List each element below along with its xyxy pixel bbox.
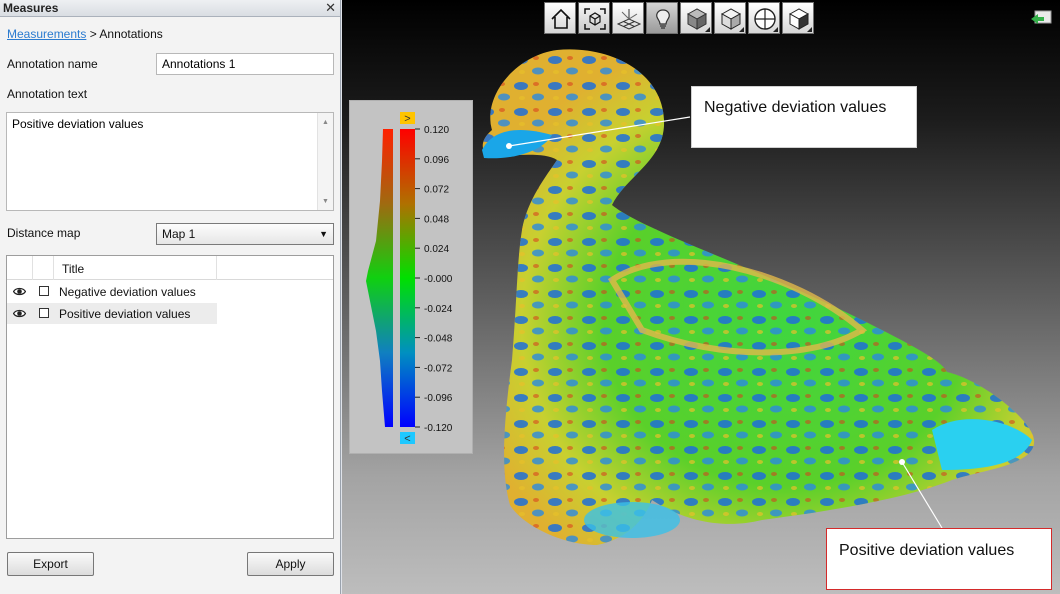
panel-title: Measures xyxy=(3,1,59,15)
legend-tick-label: -0.120 xyxy=(424,423,453,434)
annotation-text-scrollbar[interactable]: ▲ ▼ xyxy=(317,113,333,210)
legend-ticks: 0.120 0.096 0.072 0.048 0.024 -0.000 -0.024 -0.… xyxy=(415,125,453,434)
distance-map-select[interactable]: Map 1 ▼ xyxy=(156,223,334,245)
distance-map-value: Map 1 xyxy=(162,227,196,241)
upper-limit-glyph: > xyxy=(404,113,410,125)
lighting-button[interactable] xyxy=(646,2,678,34)
color-bar xyxy=(400,129,415,427)
annotation-callout-positive[interactable]: Positive deviation values xyxy=(826,528,1052,590)
column-header-title[interactable]: Title xyxy=(62,262,84,276)
lower-limit-glyph: < xyxy=(404,433,410,445)
color-scale-legend: 0.120 0.096 0.072 0.048 0.024 -0.000 -0.024 -0.… xyxy=(349,100,473,454)
app-window: Measures ✕ Measurements > Annotations An… xyxy=(0,0,1060,594)
breadcrumb-current: Annotations xyxy=(99,27,163,41)
panel-header: Measures ✕ xyxy=(0,0,340,17)
legend-tick-label: 0.120 xyxy=(424,125,449,136)
eye-icon[interactable] xyxy=(13,307,26,320)
legend-tick-label: 0.072 xyxy=(424,185,449,196)
row-checkbox[interactable] xyxy=(39,286,49,296)
table-header: Title xyxy=(7,256,333,280)
grid-floor-button[interactable] xyxy=(612,2,644,34)
measures-panel: Measures ✕ Measurements > Annotations An… xyxy=(0,0,341,594)
dropdown-indicator-icon xyxy=(705,27,710,32)
breadcrumb-link-measurements[interactable]: Measurements xyxy=(7,27,86,41)
column-divider xyxy=(32,256,33,280)
annotation-name-input[interactable] xyxy=(156,53,334,75)
eye-icon[interactable] xyxy=(13,285,26,298)
breadcrumb-separator: > xyxy=(86,27,100,41)
dropdown-indicator-icon xyxy=(773,27,778,32)
dropdown-indicator-icon xyxy=(739,27,744,32)
column-divider xyxy=(216,256,217,280)
export-button[interactable]: Export xyxy=(7,552,94,576)
fit-view-button[interactable] xyxy=(578,2,610,34)
annotation-text-input[interactable]: Positive deviation values xyxy=(7,113,318,210)
dropdown-indicator-icon xyxy=(807,27,812,32)
distance-map-label: Distance map xyxy=(7,226,81,240)
legend-tick-label: -0.048 xyxy=(424,334,453,345)
breadcrumb: Measurements > Annotations xyxy=(7,27,163,41)
home-icon xyxy=(551,8,571,29)
annotation-text-label: Annotation text xyxy=(7,87,88,101)
legend-tick-label: -0.072 xyxy=(424,363,453,374)
home-view-button[interactable] xyxy=(544,2,576,34)
light-bulb-icon xyxy=(656,9,670,29)
legend-tick-label: -0.000 xyxy=(424,274,453,285)
legend-tick-label: -0.096 xyxy=(424,393,453,404)
annotation-marker-positive[interactable] xyxy=(899,459,905,465)
solid-view-button[interactable] xyxy=(714,2,746,34)
annotation-marker-negative[interactable] xyxy=(506,143,512,149)
table-row[interactable]: Positive deviation values xyxy=(7,303,217,324)
apply-button[interactable]: Apply xyxy=(247,552,334,576)
shaded-view-button[interactable] xyxy=(680,2,712,34)
scroll-up-icon[interactable]: ▲ xyxy=(322,119,329,126)
close-icon[interactable]: ✕ xyxy=(325,1,336,15)
3d-viewport[interactable]: 0.120 0.096 0.072 0.048 0.024 -0.000 -0.024 -0.… xyxy=(342,0,1060,594)
view-toolbar xyxy=(544,2,814,34)
grid-floor-icon xyxy=(616,9,642,30)
panel-collapse-icon[interactable] xyxy=(1030,10,1052,28)
annotation-callout-negative[interactable]: Negative deviation values xyxy=(691,86,917,148)
row-title: Negative deviation values xyxy=(59,285,196,299)
scroll-down-icon[interactable]: ▼ xyxy=(322,198,329,205)
row-title: Positive deviation values xyxy=(59,307,191,321)
legend-tick-label: 0.048 xyxy=(424,214,449,225)
callout-text: Positive deviation values xyxy=(839,542,1015,559)
legend-tick-label: 0.096 xyxy=(424,155,449,166)
row-checkbox[interactable] xyxy=(39,308,49,318)
chevron-down-icon: ▼ xyxy=(319,229,328,239)
callout-text: Negative deviation values xyxy=(704,99,887,116)
column-divider xyxy=(53,256,54,280)
legend-tick-label: 0.024 xyxy=(424,244,449,255)
histogram-bar xyxy=(366,129,393,427)
sphere-view-button[interactable] xyxy=(748,2,780,34)
annotation-text-box: Positive deviation values ▲ ▼ xyxy=(6,112,334,211)
box-view-button[interactable] xyxy=(782,2,814,34)
annotations-table: Title Negative deviation values Positive… xyxy=(6,255,334,539)
legend-tick-label: -0.024 xyxy=(424,304,453,315)
color-scale-graphic: 0.120 0.096 0.072 0.048 0.024 -0.000 -0.024 -0.… xyxy=(366,112,453,445)
annotation-name-label: Annotation name xyxy=(7,57,98,71)
table-row[interactable]: Negative deviation values xyxy=(7,281,217,302)
fit-view-icon xyxy=(584,8,606,30)
